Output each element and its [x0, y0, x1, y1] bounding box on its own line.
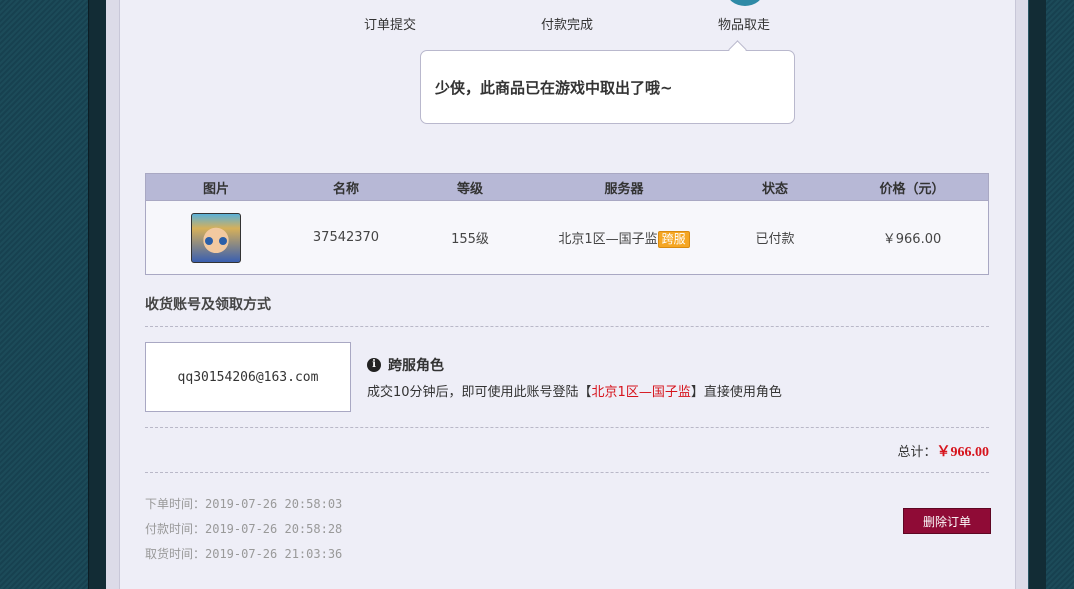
- cell-server: 北京1区—国子监 跨服: [534, 201, 714, 275]
- pickup-time: 取货时间：2019-07-26 21:03:36: [145, 547, 343, 561]
- info-icon: i: [367, 358, 381, 372]
- total-label: 总计：: [897, 445, 937, 460]
- order-times: 下单时间：2019-07-26 20:58:03 付款时间：2019-07-26…: [145, 492, 342, 567]
- header-status: 状态: [714, 173, 836, 201]
- order-total: 总计：￥966.00: [897, 441, 989, 461]
- header-level: 等级: [406, 173, 534, 201]
- role-description: 成交10分钟后，即可使用此账号登陆【北京1区—国子监】直接使用角色: [367, 385, 782, 400]
- section-title: 收货账号及领取方式: [145, 297, 271, 313]
- account-value: qq30154206@163.com: [177, 369, 319, 385]
- status-bubble: 少侠，此商品已在游戏中取出了哦~: [420, 50, 795, 124]
- step-item-picked: 物品取走: [718, 18, 771, 33]
- right-background: [1046, 0, 1074, 589]
- delete-order-button[interactable]: 删除订单: [903, 508, 991, 534]
- cross-server-badge: 跨服: [657, 230, 690, 248]
- server-name: 北京1区—国子监: [558, 231, 658, 247]
- header-image: 图片: [145, 173, 286, 201]
- paid-time: 付款时间：2019-07-26 20:58:28: [145, 522, 343, 536]
- character-avatar: [191, 212, 241, 263]
- cell-status: 已付款: [755, 232, 795, 247]
- divider: [145, 326, 989, 327]
- goods-table: 图片 名称 等级 服务器 状态 价格（元） 37542370 155级 北京1区…: [145, 173, 989, 275]
- table-header-row: 图片 名称 等级 服务器 状态 价格（元）: [145, 173, 989, 201]
- divider: [145, 472, 989, 473]
- account-box: qq30154206@163.com: [145, 342, 351, 412]
- left-frame: [88, 0, 108, 589]
- header-server: 服务器: [534, 173, 714, 201]
- header-name: 名称: [286, 173, 406, 201]
- cell-level: 155级: [451, 232, 489, 247]
- step-payment-complete: 付款完成: [541, 18, 594, 33]
- role-server: 北京1区—国子监: [591, 385, 691, 400]
- table-row: 37542370 155级 北京1区—国子监 跨服 已付款 ￥966.00: [146, 201, 989, 275]
- bubble-text: 少侠，此商品已在游戏中取出了哦~: [435, 79, 673, 97]
- step-order-submit: 订单提交: [364, 18, 417, 33]
- role-title: 跨服角色: [388, 358, 444, 374]
- right-frame: [1028, 0, 1048, 589]
- cell-price: ￥966.00: [882, 232, 942, 247]
- header-price: 价格（元）: [836, 173, 989, 201]
- cell-image: [146, 201, 287, 275]
- total-amount: ￥966.00: [936, 445, 990, 460]
- cell-name: 37542370: [312, 230, 380, 245]
- order-time: 下单时间：2019-07-26 20:58:03: [145, 497, 343, 511]
- divider: [145, 427, 989, 428]
- left-background: [0, 0, 88, 589]
